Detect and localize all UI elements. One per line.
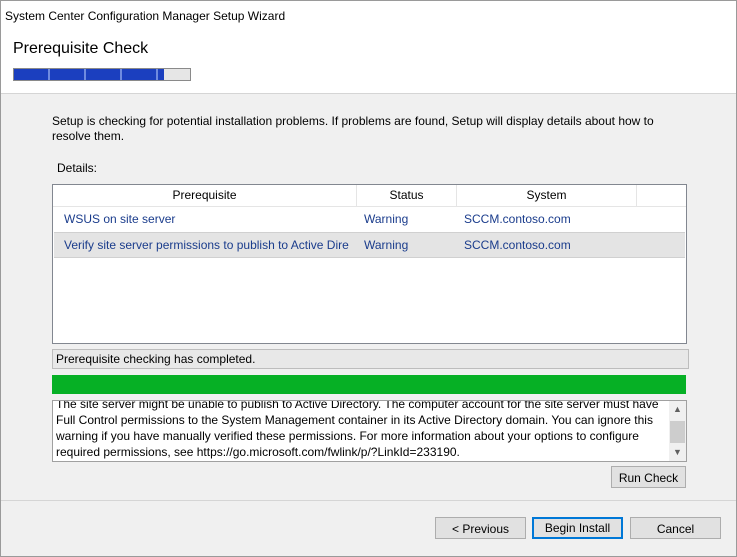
status-message: Prerequisite checking has completed. (52, 349, 689, 369)
details-label: Details: (57, 161, 98, 175)
column-header-prerequisite[interactable]: Prerequisite (53, 185, 357, 206)
cancel-button[interactable]: Cancel (630, 517, 721, 539)
wizard-progress-fill (14, 69, 164, 80)
details-description-text: The site server might be unable to publi… (56, 400, 659, 459)
wizard-progress-bar (13, 68, 191, 81)
setup-wizard-window: System Center Configuration Manager Setu… (0, 0, 737, 557)
cell-status: Warning (364, 238, 409, 252)
scroll-thumb[interactable] (670, 421, 685, 443)
column-header-status[interactable]: Status (357, 185, 457, 206)
cell-status: Warning (364, 212, 409, 226)
page-title: Prerequisite Check (13, 40, 149, 57)
cell-prerequisite: WSUS on site server (64, 212, 176, 226)
table-row-selected[interactable]: Verify site server permissions to publis… (54, 232, 685, 258)
wizard-header: Prerequisite Check (1, 31, 736, 94)
check-progress-bar (52, 375, 686, 394)
grid-header: Prerequisite Status System (53, 185, 686, 207)
window-title: System Center Configuration Manager Setu… (5, 9, 286, 23)
details-description-box[interactable]: The site server might be unable to publi… (52, 400, 687, 462)
footer-divider (1, 500, 736, 501)
cell-system: SCCM.contoso.com (464, 212, 571, 226)
title-bar: System Center Configuration Manager Setu… (1, 1, 736, 31)
previous-button[interactable]: < Previous (435, 517, 526, 539)
run-check-button[interactable]: Run Check (611, 466, 686, 488)
cell-prerequisite: Verify site server permissions to publis… (64, 238, 349, 252)
table-row[interactable]: WSUS on site server Warning SCCM.contoso… (54, 207, 685, 231)
column-header-system[interactable]: System (457, 185, 637, 206)
vertical-scrollbar[interactable]: ▲ ▼ (669, 401, 686, 461)
prerequisite-grid[interactable]: Prerequisite Status System WSUS on site … (52, 184, 687, 344)
scroll-down-arrow-icon[interactable]: ▼ (669, 444, 686, 461)
scroll-up-arrow-icon[interactable]: ▲ (669, 401, 686, 418)
begin-install-button[interactable]: Begin Install (532, 517, 623, 539)
intro-text: Setup is checking for potential installa… (52, 114, 654, 143)
cell-system: SCCM.contoso.com (464, 238, 571, 252)
